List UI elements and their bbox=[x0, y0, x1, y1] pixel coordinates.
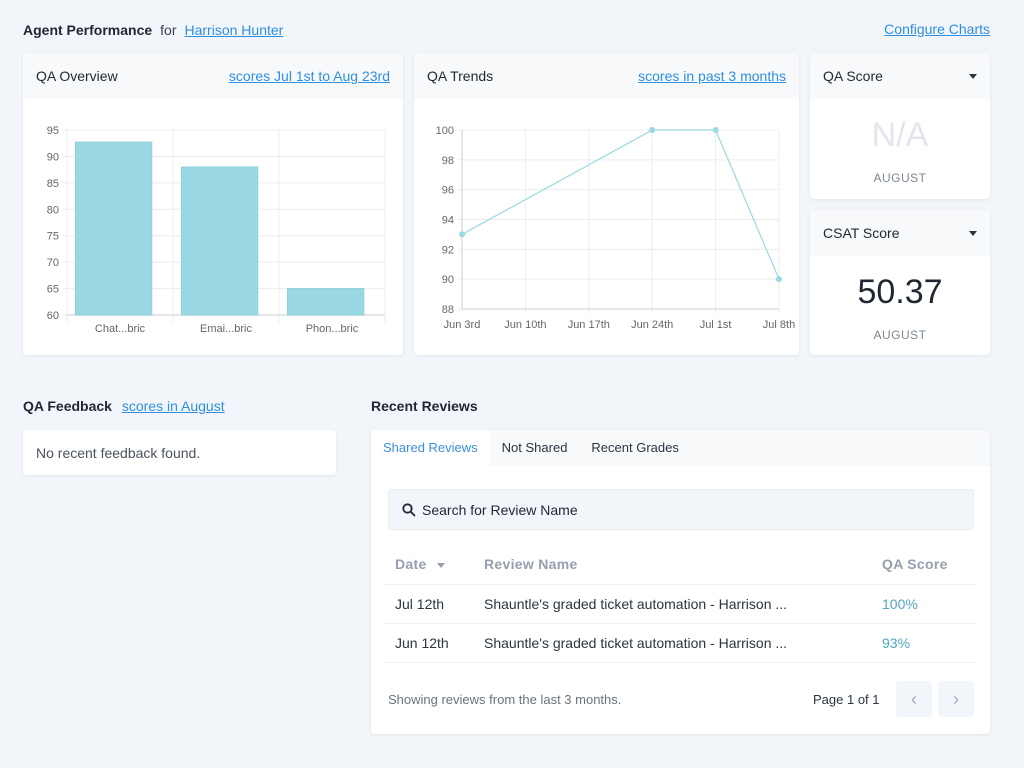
csat-score-title: CSAT Score bbox=[823, 225, 900, 241]
configure-charts-link[interactable]: Configure Charts bbox=[884, 21, 990, 37]
qa-feedback-heading: QA Feedback scores in August bbox=[23, 398, 225, 414]
y-tick-label: 96 bbox=[442, 185, 454, 197]
data-point bbox=[459, 231, 465, 237]
for-label: for bbox=[160, 22, 176, 38]
qa-score-title: QA Score bbox=[823, 68, 883, 84]
tab-shared-reviews[interactable]: Shared Reviews bbox=[371, 430, 490, 466]
y-tick-label: 60 bbox=[47, 310, 59, 322]
feedback-empty-message: No recent feedback found. bbox=[36, 445, 200, 461]
next-page-button[interactable]: › bbox=[938, 681, 974, 717]
y-tick-label: 90 bbox=[47, 151, 59, 163]
column-date[interactable]: Date bbox=[384, 544, 473, 584]
x-tick-label: Jul 8th bbox=[763, 319, 795, 331]
column-review-name[interactable]: Review Name bbox=[473, 544, 871, 584]
page-title: Agent Performance bbox=[23, 22, 152, 38]
review-search-input[interactable] bbox=[422, 502, 962, 518]
y-tick-label: 85 bbox=[47, 178, 59, 190]
qa-overview-card: QA Overview scores Jul 1st to Aug 23rd 6… bbox=[23, 53, 403, 355]
tab-not-shared[interactable]: Not Shared bbox=[490, 430, 580, 466]
qa-score-value: N/A bbox=[810, 113, 990, 157]
y-tick-label: 90 bbox=[442, 274, 454, 286]
x-tick-label: Jun 24th bbox=[631, 319, 673, 331]
column-qa-score[interactable]: QA Score bbox=[871, 544, 976, 584]
y-tick-label: 70 bbox=[47, 257, 59, 269]
page-info: Page 1 of 1 bbox=[813, 692, 880, 707]
qa-trends-header: QA Trends scores in past 3 months bbox=[414, 53, 799, 99]
chevron-right-icon: › bbox=[953, 689, 959, 710]
csat-score-card: CSAT Score 50.37 AUGUST bbox=[810, 210, 990, 355]
row-review-name[interactable]: Shauntle's graded ticket automation - Ha… bbox=[473, 623, 871, 662]
prev-page-button[interactable]: ‹ bbox=[896, 681, 932, 717]
qa-feedback-card: No recent feedback found. bbox=[23, 430, 336, 475]
reviews-tabs: Shared Reviews Not Shared Recent Grades bbox=[371, 430, 990, 466]
y-tick-label: 95 bbox=[47, 125, 59, 137]
row-qa-score: 93% bbox=[871, 623, 976, 662]
csat-score-period: AUGUST bbox=[810, 328, 990, 342]
review-search-box[interactable] bbox=[388, 489, 974, 530]
reviews-table: Date Review Name QA Score Jul 12th Shaun… bbox=[384, 544, 976, 663]
x-tick-label: Phon...bric bbox=[306, 323, 359, 335]
x-tick-label: Emai...bric bbox=[200, 323, 252, 335]
data-point bbox=[649, 127, 655, 133]
y-tick-label: 88 bbox=[442, 304, 454, 316]
y-tick-label: 92 bbox=[442, 244, 454, 256]
qa-trends-card: QA Trends scores in past 3 months 88 90 92… bbox=[414, 53, 799, 355]
qa-trends-range-link[interactable]: scores in past 3 months bbox=[638, 68, 786, 84]
y-tick-label: 75 bbox=[47, 231, 59, 243]
qa-trends-line-chart: 88 90 92 94 96 98 100 Jun 3rd Jun 10th Jun 17th Ju… bbox=[414, 99, 799, 355]
qa-overview-bar-chart: 60 65 70 75 80 85 90 95 Chat...bric Emai...bric Ph… bbox=[23, 99, 403, 355]
qa-score-card: QA Score N/A AUGUST bbox=[810, 53, 990, 199]
y-tick-label: 94 bbox=[442, 215, 454, 227]
qa-feedback-range-link[interactable]: scores in August bbox=[122, 398, 225, 414]
y-tick-label: 80 bbox=[47, 204, 59, 216]
x-tick-label: Jun 10th bbox=[504, 319, 546, 331]
agent-name-link[interactable]: Harrison Hunter bbox=[185, 22, 284, 38]
qa-score-header: QA Score bbox=[810, 53, 990, 99]
qa-overview-header: QA Overview scores Jul 1st to Aug 23rd bbox=[23, 53, 403, 99]
chevron-left-icon: ‹ bbox=[911, 689, 917, 710]
page-header: Agent Performance for Harrison Hunter Co… bbox=[23, 20, 990, 40]
bar bbox=[287, 289, 363, 315]
row-review-name[interactable]: Shauntle's graded ticket automation - Ha… bbox=[473, 584, 871, 623]
x-tick-label: Jun 17th bbox=[568, 319, 610, 331]
reviews-footer-note: Showing reviews from the last 3 months. bbox=[388, 692, 621, 707]
bar bbox=[181, 167, 257, 315]
qa-score-dropdown-caret-icon[interactable] bbox=[969, 74, 977, 79]
y-tick-label: 100 bbox=[436, 125, 454, 137]
qa-trends-title: QA Trends bbox=[427, 68, 493, 84]
x-tick-label: Chat...bric bbox=[95, 323, 146, 335]
csat-score-header: CSAT Score bbox=[810, 210, 990, 256]
recent-reviews-card: Shared Reviews Not Shared Recent Grades … bbox=[371, 430, 990, 734]
qa-overview-range-link[interactable]: scores Jul 1st to Aug 23rd bbox=[229, 68, 390, 84]
qa-score-period: AUGUST bbox=[810, 171, 990, 185]
row-date: Jul 12th bbox=[384, 584, 473, 623]
csat-score-value: 50.37 bbox=[810, 270, 990, 314]
qa-feedback-title: QA Feedback bbox=[23, 398, 112, 414]
tab-recent-grades[interactable]: Recent Grades bbox=[579, 430, 690, 466]
y-tick-label: 65 bbox=[47, 284, 59, 296]
sort-desc-icon bbox=[437, 563, 445, 568]
csat-score-dropdown-caret-icon[interactable] bbox=[969, 231, 977, 236]
y-tick-label: 98 bbox=[442, 155, 454, 167]
x-tick-label: Jul 1st bbox=[700, 319, 732, 331]
data-point bbox=[776, 276, 782, 282]
row-date: Jun 12th bbox=[384, 623, 473, 662]
bar bbox=[75, 142, 151, 315]
x-tick-label: Jun 3rd bbox=[444, 319, 481, 331]
table-row[interactable]: Jul 12th Shauntle's graded ticket automa… bbox=[384, 584, 976, 623]
row-qa-score: 100% bbox=[871, 584, 976, 623]
table-row[interactable]: Jun 12th Shauntle's graded ticket automa… bbox=[384, 623, 976, 662]
series-line bbox=[462, 130, 779, 279]
search-icon bbox=[402, 503, 416, 517]
qa-overview-title: QA Overview bbox=[36, 68, 118, 84]
reviews-table-header: Date Review Name QA Score bbox=[384, 544, 976, 584]
data-point bbox=[713, 127, 719, 133]
recent-reviews-title: Recent Reviews bbox=[371, 398, 478, 414]
